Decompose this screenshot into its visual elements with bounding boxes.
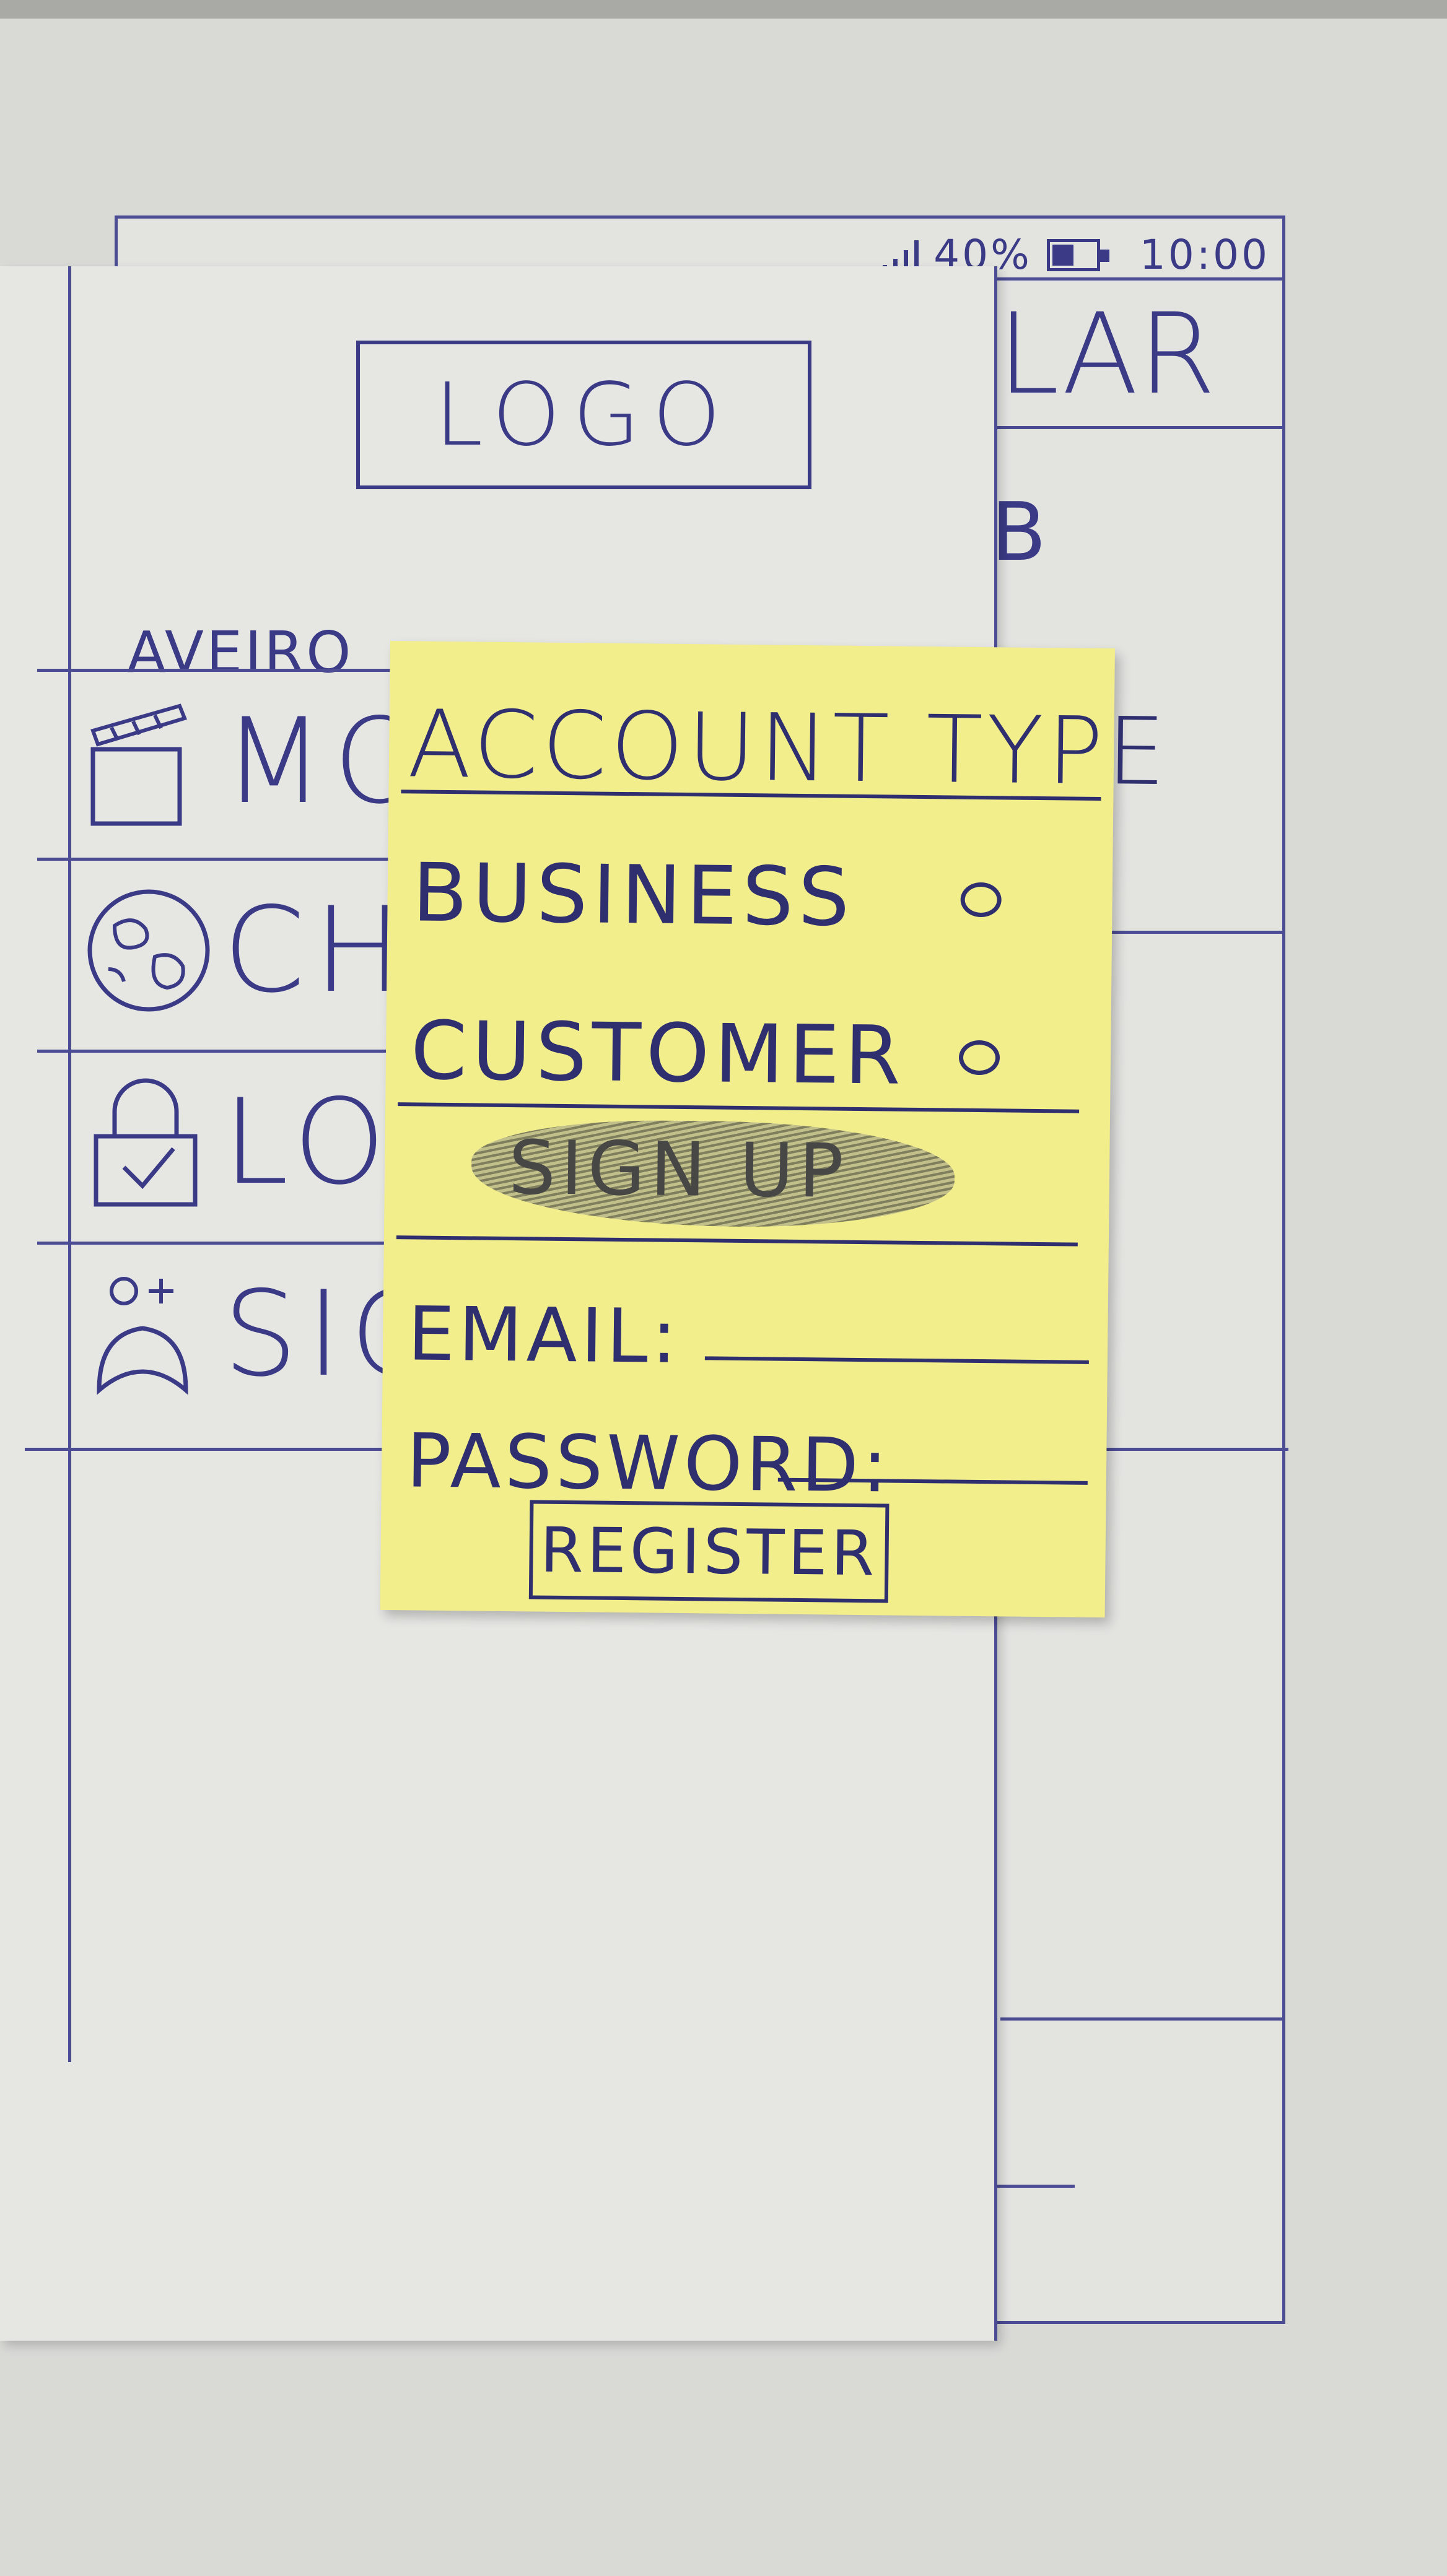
background-header: LAR <box>985 281 1282 429</box>
clapperboard-icon <box>90 703 188 826</box>
background-list-item: B <box>991 485 1047 579</box>
divider <box>997 2185 1075 2188</box>
logo: LOGO <box>356 341 811 489</box>
email-field[interactable] <box>704 1356 1089 1364</box>
option-business-radio[interactable] <box>960 882 1002 918</box>
register-button[interactable]: REGISTER <box>528 1500 890 1603</box>
add-user-icon <box>97 1277 188 1395</box>
option-customer-radio[interactable] <box>958 1040 1000 1076</box>
clock: 10:00 <box>1139 231 1270 279</box>
dialog-title: ACCOUNT TYPE <box>407 690 1170 807</box>
crossed-out-label: SIGN UP <box>471 1118 955 1229</box>
crossed-out-text: SIGN UP <box>508 1125 849 1215</box>
divider <box>396 1235 1078 1247</box>
email-label: EMAIL: <box>407 1291 681 1380</box>
divider <box>398 1102 1080 1113</box>
padlock-icon <box>94 1078 198 1207</box>
divider <box>1000 2017 1285 2021</box>
option-customer-label: CUSTOMER <box>410 1003 906 1103</box>
password-label: PASSWORD: <box>406 1418 892 1510</box>
desk-background <box>0 0 1447 19</box>
option-business-label: BUSINESS <box>411 845 855 944</box>
battery-icon <box>1046 238 1109 271</box>
account-type-dialog: ACCOUNT TYPE BUSINESS CUSTOMER SIGN UP E… <box>380 641 1169 1618</box>
globe-icon <box>87 889 210 1012</box>
